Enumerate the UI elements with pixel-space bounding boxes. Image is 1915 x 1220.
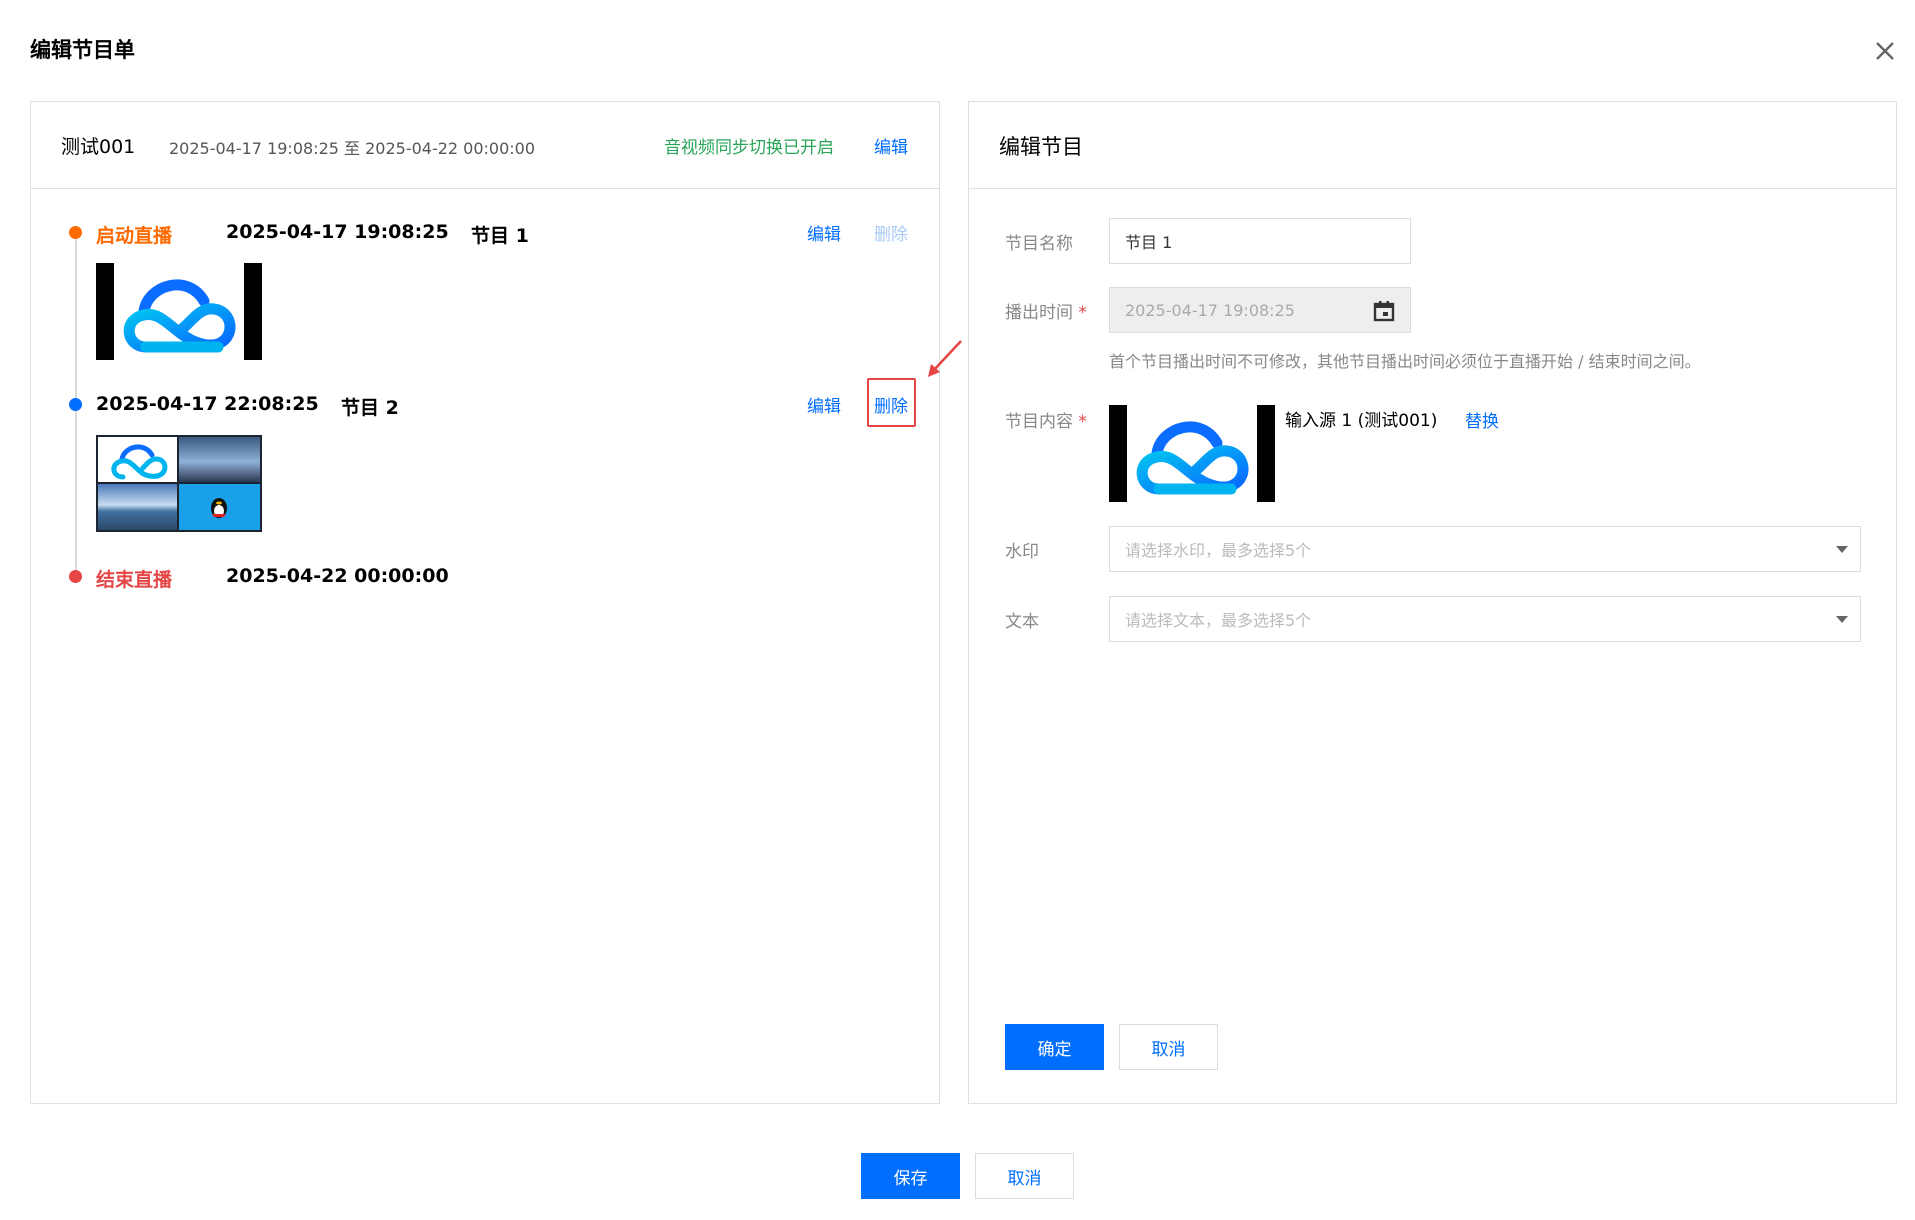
program-1-delete-link: 删除	[874, 225, 908, 245]
schedule-panel: 测试001 2025-04-17 19:08:25 至 2025-04-22 0…	[30, 101, 940, 1104]
program-content-label: 节目内容 *	[1005, 412, 1087, 432]
replace-link[interactable]: 替换	[1465, 407, 1499, 432]
annotation-arrow-icon	[928, 340, 962, 377]
end-live-time: 2025-04-22 00:00:00	[226, 565, 449, 587]
save-button[interactable]: 保存	[861, 1153, 960, 1199]
text-select[interactable]: 请选择文本，最多选择5个	[1109, 596, 1861, 642]
program-2-time: 2025-04-17 22:08:25	[96, 393, 319, 415]
chevron-down-icon	[1836, 616, 1848, 623]
edit-cancel-button[interactable]: 取消	[1119, 1024, 1218, 1070]
schedule-name: 测试001	[61, 136, 136, 158]
timeline-dot-start	[69, 226, 82, 239]
timeline-dot-end	[69, 570, 82, 583]
edit-program-title: 编辑节目	[999, 135, 1083, 159]
confirm-button[interactable]: 确定	[1005, 1024, 1104, 1070]
dialog-title: 编辑节目单	[30, 38, 135, 62]
calendar-icon	[1373, 301, 1395, 322]
edit-program-panel: 编辑节目 节目名称 节目 1 播出时间 * 2025-04-17 19:08:2…	[968, 101, 1897, 1104]
program-2-name: 节目 2	[341, 397, 399, 419]
program-content-thumbnail	[1109, 405, 1275, 502]
sky-image	[179, 437, 260, 482]
qq-image	[179, 484, 260, 530]
broadcast-time-input: 2025-04-17 19:08:25	[1109, 287, 1411, 333]
program-1-name: 节目 1	[471, 225, 529, 247]
program-1-thumbnail	[96, 263, 262, 360]
schedule-edit-link[interactable]: 编辑	[874, 133, 908, 158]
cloud-logo-icon	[1136, 421, 1249, 495]
program-1-edit-link[interactable]: 编辑	[807, 220, 841, 245]
program-name-input[interactable]: 节目 1	[1109, 218, 1411, 264]
program-name-label: 节目名称	[1005, 234, 1073, 254]
text-placeholder: 请选择文本，最多选择5个	[1125, 611, 1312, 630]
watermark-placeholder: 请选择水印，最多选择5个	[1125, 541, 1312, 560]
sea-image	[98, 484, 177, 530]
broadcast-time-hint: 首个节目播出时间不可修改，其他节目播出时间必须位于直播开始 / 结束时间之间。	[1109, 352, 1701, 371]
end-live-label: 结束直播	[96, 569, 173, 591]
program-name-value: 节目 1	[1125, 233, 1173, 252]
close-icon[interactable]	[1868, 34, 1902, 68]
watermark-select[interactable]: 请选择水印，最多选择5个	[1109, 526, 1861, 572]
schedule-header: 测试001 2025-04-17 19:08:25 至 2025-04-22 0…	[31, 102, 939, 189]
cancel-button[interactable]: 取消	[975, 1153, 1074, 1199]
chevron-down-icon	[1836, 546, 1848, 553]
start-live-label: 启动直播	[96, 225, 173, 247]
broadcast-time-value: 2025-04-17 19:08:25	[1125, 300, 1295, 320]
text-label: 文本	[1005, 612, 1039, 632]
program-2-thumbnail	[96, 435, 262, 532]
broadcast-time-label: 播出时间 *	[1005, 303, 1087, 323]
program-1-time: 2025-04-17 19:08:25	[226, 221, 449, 243]
schedule-range: 2025-04-17 19:08:25 至 2025-04-22 00:00:0…	[169, 139, 536, 158]
delete-highlight-box	[867, 378, 916, 427]
sync-status: 音视频同步切换已开启	[664, 138, 834, 158]
edit-program-header: 编辑节目	[969, 102, 1896, 189]
cloud-logo-icon	[123, 279, 236, 353]
watermark-label: 水印	[1005, 542, 1039, 562]
program-2-edit-link[interactable]: 编辑	[807, 392, 841, 417]
penguin-icon	[211, 498, 227, 518]
content-source-name: 输入源 1 (测试001)	[1285, 411, 1438, 431]
timeline-dot-program-2	[69, 398, 82, 411]
cloud-logo-icon	[111, 444, 168, 480]
